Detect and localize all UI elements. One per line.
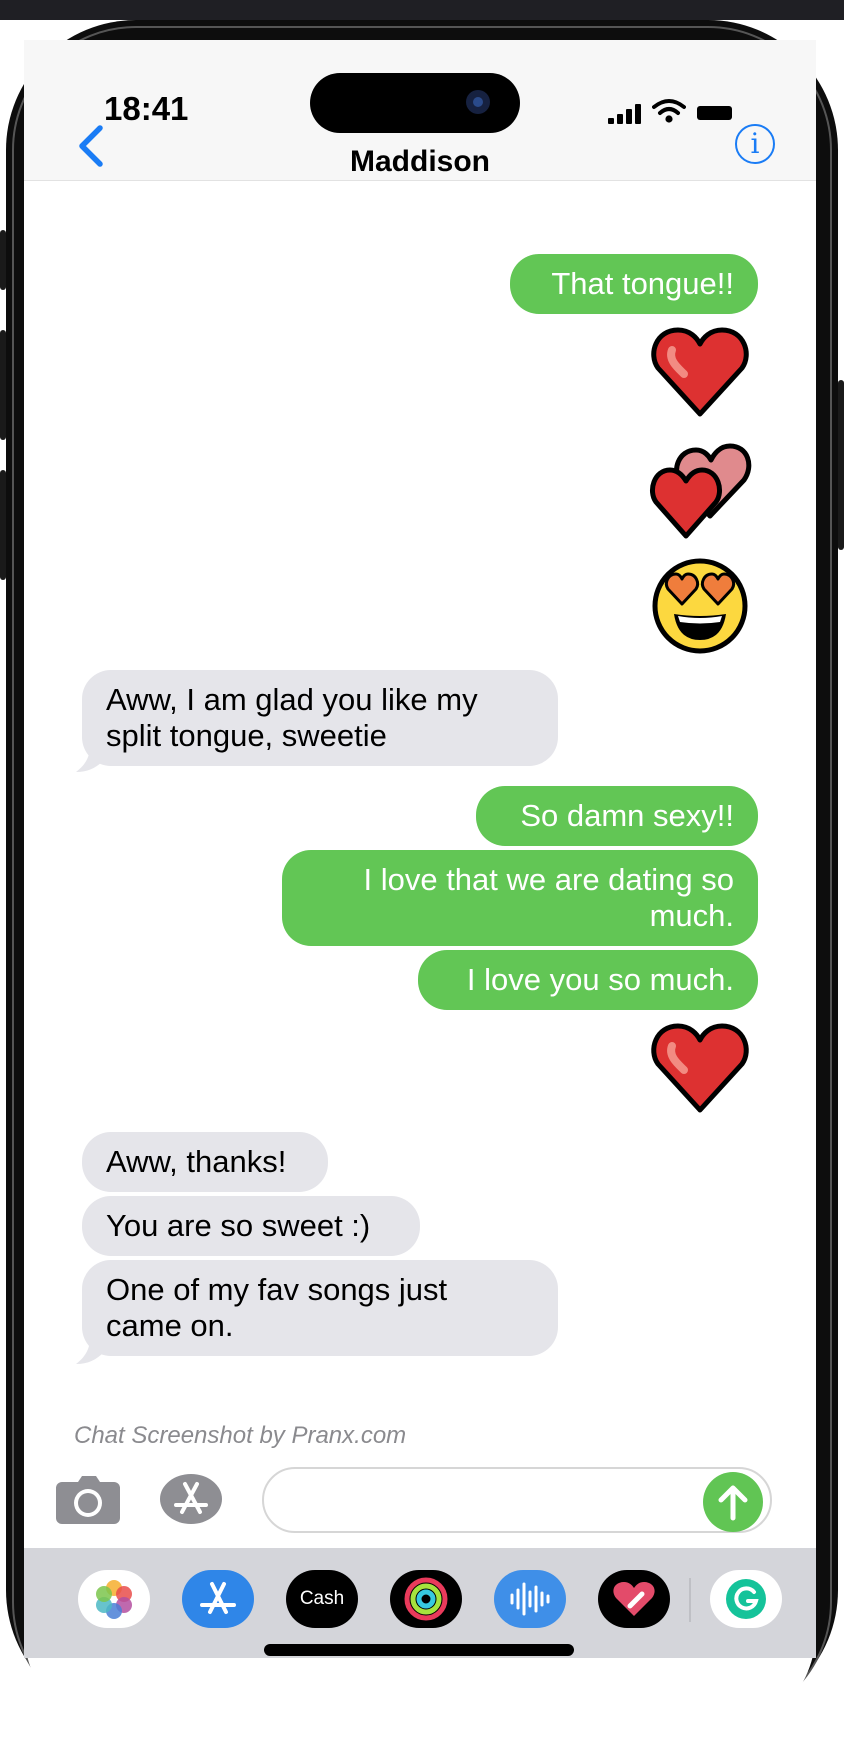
photos-icon[interactable]	[78, 1570, 150, 1628]
dock-divider	[689, 1578, 691, 1622]
audio-waveform-icon[interactable]	[494, 1570, 566, 1628]
watermark-credit: Chat Screenshot by Pranx.com	[74, 1422, 407, 1449]
message-line: came on.	[106, 1308, 234, 1343]
wifi-icon	[652, 99, 686, 123]
sent-message: I love you so much.	[418, 950, 758, 1010]
heart-eyes-face-icon	[652, 558, 748, 654]
contact-name[interactable]: Maddison	[320, 145, 520, 179]
message-text: Aww, thanks!	[106, 1144, 287, 1179]
cash-app-icon[interactable]: Cash	[286, 1570, 358, 1628]
message-line: much.	[649, 898, 734, 933]
app-store-icon[interactable]	[160, 1474, 222, 1524]
message-line: Aww, I am glad you like my	[106, 682, 478, 717]
camera-icon[interactable]	[56, 1476, 120, 1524]
message-text: That tongue!!	[551, 266, 734, 301]
phone-side-button	[0, 470, 6, 580]
cellular-signal-icon	[608, 100, 644, 124]
cash-app-label: Cash	[299, 1588, 345, 1609]
app-store-icon[interactable]	[182, 1570, 254, 1628]
message-text: I love you so much.	[466, 962, 734, 997]
message-text: You are so sweet :)	[106, 1208, 371, 1243]
message-text: So damn sexy!!	[520, 798, 734, 833]
info-icon[interactable]: i	[735, 124, 775, 164]
sent-message: I love that we are dating so much.	[282, 850, 758, 946]
message-line: One of my fav songs just	[106, 1272, 448, 1307]
fitness-rings-icon[interactable]	[390, 1570, 462, 1628]
received-message: One of my fav songs just came on.	[82, 1260, 558, 1356]
status-time: 18:41	[104, 90, 189, 127]
digital-touch-heart-icon[interactable]	[598, 1570, 670, 1628]
received-message: You are so sweet :)	[82, 1196, 420, 1256]
phone-side-button	[838, 380, 844, 550]
phone-side-button	[0, 330, 6, 440]
two-hearts-icon	[650, 443, 752, 539]
grammarly-icon[interactable]	[710, 1570, 782, 1628]
phone-side-button	[0, 230, 6, 290]
received-message: Aww, thanks!	[82, 1132, 328, 1192]
front-camera-icon	[466, 90, 490, 114]
home-indicator	[264, 1644, 574, 1656]
red-heart-icon	[651, 1023, 749, 1113]
message-line: split tongue, sweetie	[106, 718, 387, 753]
battery-icon	[697, 106, 732, 120]
sent-message: That tongue!!	[510, 254, 758, 314]
sent-message: So damn sexy!!	[476, 786, 758, 846]
message-input[interactable]	[262, 1467, 772, 1533]
window-top-bar	[0, 0, 844, 20]
message-line: I love that we are dating so	[363, 862, 734, 897]
red-heart-icon	[651, 327, 749, 417]
back-chevron-icon[interactable]	[74, 124, 110, 168]
send-arrow-icon[interactable]	[703, 1472, 763, 1532]
received-message: Aww, I am glad you like my split tongue,…	[82, 670, 558, 766]
